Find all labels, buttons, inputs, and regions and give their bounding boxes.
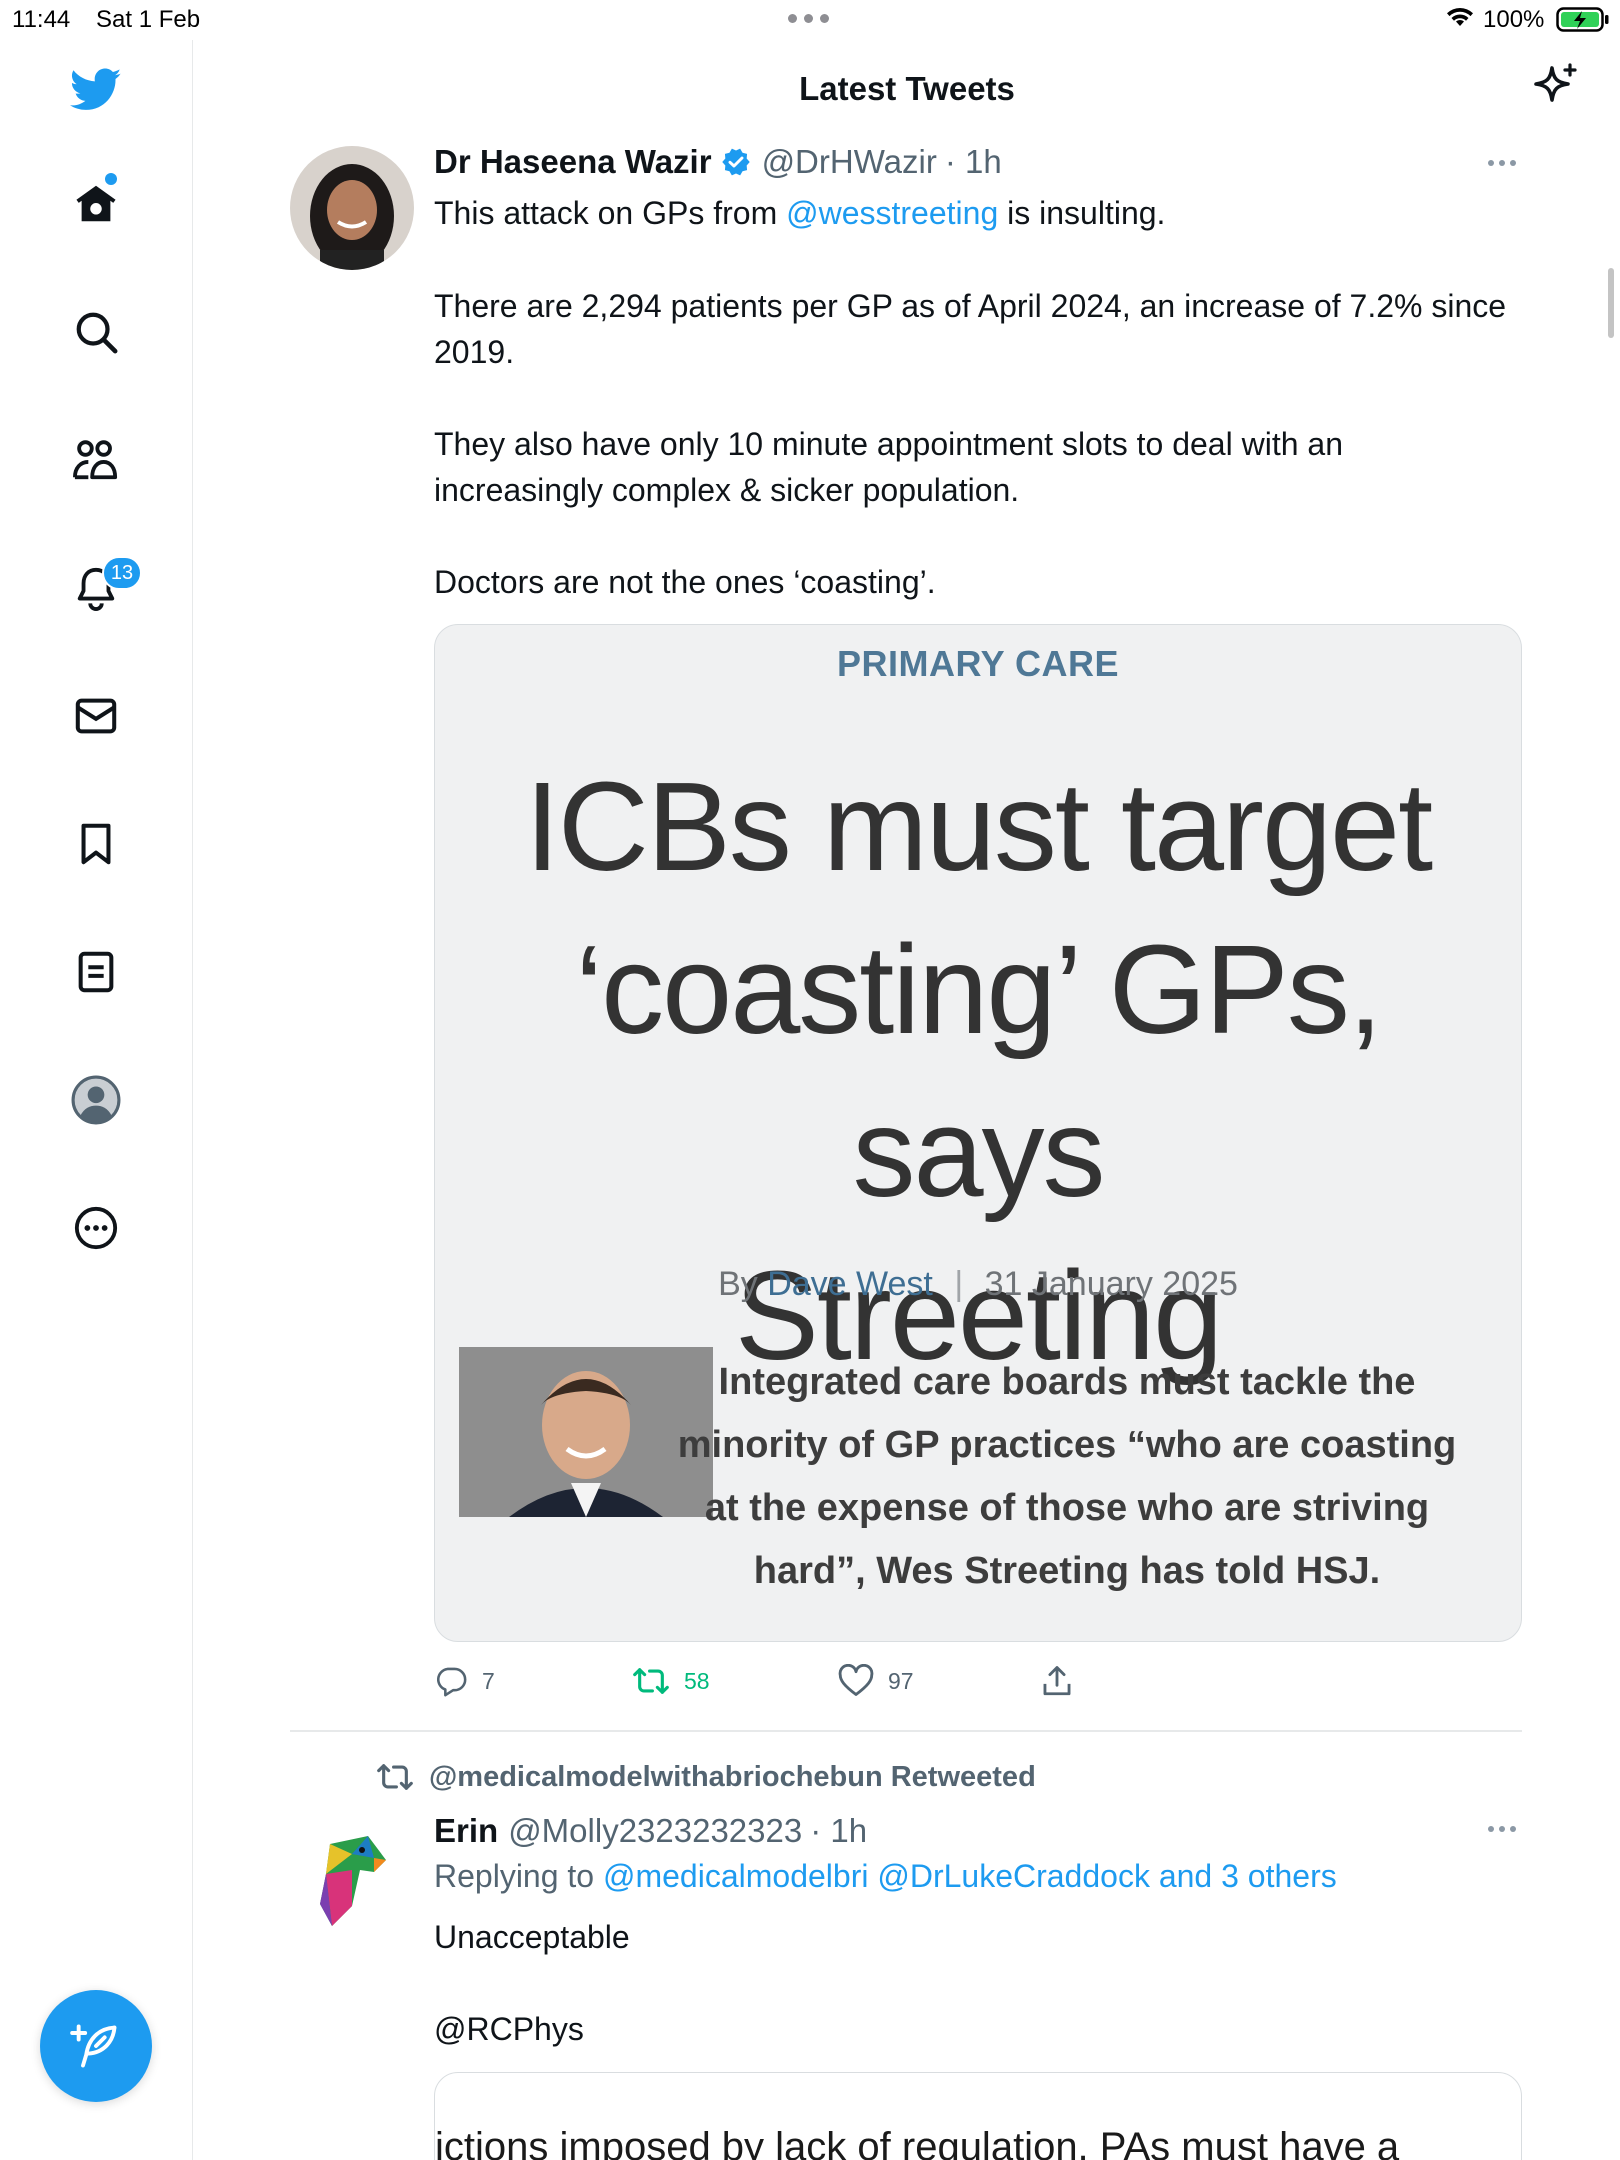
tweet-paragraph: @RCPhys <box>434 2011 584 2047</box>
like-count: 97 <box>888 1667 914 1694</box>
retweet-icon <box>377 1764 413 1790</box>
share-button[interactable] <box>1040 1664 1074 1698</box>
tweet-author-avatar[interactable] <box>290 1814 414 1938</box>
tweet-paragraph: Doctors are not the ones ‘coasting’. <box>434 564 936 600</box>
tweet-timestamp[interactable]: · 1h <box>810 1812 867 1850</box>
replying-to-label: Replying to <box>434 1858 595 1894</box>
verified-badge-icon <box>720 146 752 178</box>
reply-count: 7 <box>482 1667 495 1694</box>
tweet-paragraph: There are 2,294 patients per GP as of Ap… <box>434 288 1507 370</box>
embedded-media-card[interactable]: ictions imposed by lack of regulation. P… <box>434 2072 1522 2160</box>
retweet-button[interactable]: 58 <box>632 1664 710 1698</box>
search-icon[interactable] <box>70 306 122 358</box>
byline-by: By <box>718 1265 758 1303</box>
tweet-paragraph: They also have only 10 minute appointmen… <box>434 426 1343 508</box>
tweet-author-name[interactable]: Erin <box>434 1812 498 1850</box>
battery-charging-icon <box>1556 7 1610 40</box>
retweet-icon <box>633 1668 669 1694</box>
multitasking-dots[interactable] <box>788 14 829 23</box>
status-date: Sat 1 Feb <box>96 6 201 33</box>
tweet-header: Erin @Molly2323232323 · 1h <box>434 1812 867 1850</box>
tweet-text-line1: This attack on GPs from @wesstreeting is… <box>434 190 1165 236</box>
headline-line: ‘coasting’ GPs, says <box>575 919 1383 1223</box>
compose-tweet-button[interactable] <box>40 1990 152 2102</box>
twitter-logo-icon[interactable] <box>70 64 122 116</box>
article-summary: Integrated care boards must tackle the m… <box>677 1361 1457 1592</box>
tweet-more-options-icon[interactable] <box>1488 1826 1516 1832</box>
article-category: PRIMARY CARE <box>836 643 1120 684</box>
tweet-author-handle[interactable]: @DrHWazir <box>762 143 937 181</box>
communities-icon[interactable] <box>70 434 122 486</box>
tweet-text-prefix: This attack on GPs from <box>434 195 778 231</box>
retweet-count: 58 <box>684 1667 710 1694</box>
lists-icon[interactable] <box>70 946 122 998</box>
mention-link[interactable]: @wesstreeting <box>786 195 998 231</box>
tweet-timestamp[interactable]: · 1h <box>945 143 1002 181</box>
reply-button[interactable]: 7 <box>434 1664 495 1698</box>
tweet-author-handle[interactable]: @Molly2323232323 <box>508 1812 802 1850</box>
compose-feather-icon <box>70 2024 117 2068</box>
scrollbar[interactable] <box>1608 268 1614 338</box>
tweet-paragraph: Unacceptable <box>434 1919 630 1955</box>
headline-line: ICBs must target <box>524 756 1433 897</box>
tweet-divider <box>290 1730 1522 1732</box>
retweeted-by-text: @medicalmodelwithabriochebun Retweeted <box>429 1760 1036 1793</box>
status-time: 11:44 <box>12 6 71 33</box>
home-new-dot <box>105 173 117 185</box>
replying-to-line: Replying to @medicalmodelbri @DrLukeCrad… <box>434 1858 1337 1895</box>
status-bar: 11:44 Sat 1 Feb 100% <box>0 0 1620 40</box>
article-author: Dave West <box>767 1265 933 1303</box>
share-icon <box>1043 1666 1071 1696</box>
article-byline: By Dave West | 31 January 2025 <box>718 1265 1238 1303</box>
tweet-more-options-icon[interactable] <box>1488 160 1516 166</box>
messages-envelope-icon[interactable] <box>70 690 122 742</box>
like-button[interactable]: 97 <box>838 1664 914 1698</box>
sparkle-timeline-icon[interactable] <box>1532 62 1580 115</box>
tweet-author-name[interactable]: Dr Haseena Wazir <box>434 143 712 181</box>
heart-icon <box>838 1664 874 1696</box>
retweeted-by-line[interactable]: @medicalmodelwithabriochebun Retweeted <box>375 1760 1036 1794</box>
tweet-author-avatar[interactable] <box>290 146 414 270</box>
page-title: Latest Tweets <box>799 70 1015 107</box>
tweet-header: Dr Haseena Wazir @DrHWazir · 1h <box>434 143 1002 181</box>
notifications-badge: 13 <box>102 556 142 590</box>
bookmarks-icon[interactable] <box>70 818 122 870</box>
battery-percentage: 100% <box>1483 6 1545 33</box>
link-preview-card[interactable]: PRIMARY CARE ICBs must target ‘coasting’… <box>434 624 1522 1642</box>
profile-avatar-icon[interactable] <box>70 1074 122 1126</box>
more-options-circle-icon[interactable] <box>70 1202 122 1254</box>
article-date: 31 January 2025 <box>984 1265 1238 1303</box>
wifi-icon <box>1445 6 1475 37</box>
replying-to-links[interactable]: @medicalmodelbri @DrLukeCraddock and 3 o… <box>603 1858 1337 1894</box>
home-icon[interactable] <box>70 178 122 230</box>
reply-icon <box>436 1667 467 1697</box>
media-text-snippet: ictions imposed by lack of regulation. P… <box>435 2125 1400 2160</box>
tweet-text-suffix: is insulting. <box>1007 195 1166 231</box>
